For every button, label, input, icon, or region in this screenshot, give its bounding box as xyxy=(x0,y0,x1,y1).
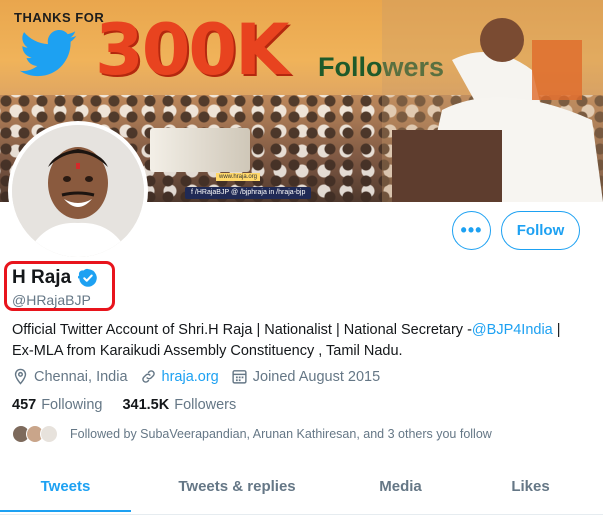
tab-tweets[interactable]: Tweets xyxy=(0,468,131,514)
joined-text: Joined August 2015 xyxy=(252,368,381,385)
more-button[interactable]: ••• xyxy=(452,211,491,250)
banner-headline: 300K xyxy=(95,9,289,91)
followed-by[interactable]: Followed by SubaVeerapandian, Arunan Kat… xyxy=(12,425,492,443)
banner-thanks-text: THANKS FOR xyxy=(14,10,105,25)
joined-item: Joined August 2015 xyxy=(231,368,380,385)
banner-site-text: www.hraja.org xyxy=(216,173,261,181)
location-item: Chennai, India xyxy=(12,368,128,385)
website-item[interactable]: hraja.org xyxy=(140,368,219,385)
avatar-photo xyxy=(12,125,144,257)
followers-count-link[interactable]: 341.5K Followers xyxy=(122,397,236,413)
location-text: Chennai, India xyxy=(34,368,128,385)
handle: @HRajaBJP xyxy=(12,292,91,308)
followers-count: 341.5K xyxy=(122,397,170,413)
following-count-link[interactable]: 457 Following xyxy=(12,397,102,413)
calendar-icon xyxy=(232,370,247,384)
banner-speaker-photo xyxy=(382,0,603,202)
bio-mention-link[interactable]: @BJP4India xyxy=(472,322,553,338)
follower-avatar-3 xyxy=(40,425,58,443)
tab-likes[interactable]: Likes xyxy=(458,468,603,514)
display-name: H Raja xyxy=(12,267,72,288)
following-label: Following xyxy=(41,397,103,413)
tab-media[interactable]: Media xyxy=(343,468,458,514)
banner-social-strip: f /HRajaBJP @ /bjphraja in /hraja-bjp xyxy=(185,187,312,199)
banner-inset-photo xyxy=(150,128,250,172)
avatar[interactable] xyxy=(8,121,148,261)
profile-meta: Chennai, India hraja.org Joined August 2… xyxy=(12,368,392,385)
bio: Official Twitter Account of Shri.H Raja … xyxy=(12,320,592,362)
followers-label: Followers xyxy=(174,397,237,413)
following-count: 457 xyxy=(12,397,37,413)
more-icon: ••• xyxy=(460,220,483,240)
follow-button[interactable]: Follow xyxy=(501,211,580,250)
twitter-bird-icon xyxy=(20,30,77,77)
bio-line2: Ex-MLA from Karaikudi Assembly Constitue… xyxy=(12,343,403,359)
tab-tweets-replies[interactable]: Tweets & replies xyxy=(131,468,343,514)
website-link[interactable]: hraja.org xyxy=(162,369,219,385)
profile-tabs: Tweets Tweets & replies Media Likes xyxy=(0,468,603,515)
bio-line1: Official Twitter Account of Shri.H Raja … xyxy=(12,322,472,338)
bio-line1-suffix: | xyxy=(552,322,561,338)
location-icon xyxy=(14,368,27,385)
followed-by-text: Followed by SubaVeerapandian, Arunan Kat… xyxy=(70,427,492,441)
verified-badge-icon xyxy=(78,268,97,287)
follow-counts: 457 Following 341.5K Followers xyxy=(12,397,256,413)
link-icon xyxy=(141,370,155,383)
